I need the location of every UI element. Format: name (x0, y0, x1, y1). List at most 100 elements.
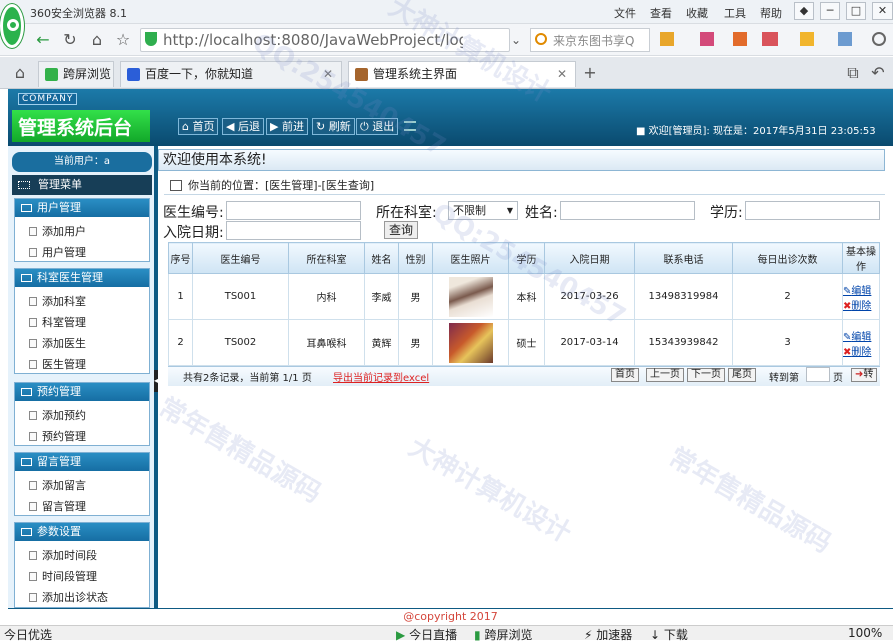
page-icon (29, 360, 37, 369)
doctor-table: 序号 医生编号 所在科室 姓名 性别 医生照片 学历 入院日期 联系电话 每日出… (168, 242, 880, 366)
admission-date-input[interactable] (226, 221, 361, 240)
home-icon[interactable]: ⌂ (87, 30, 107, 50)
menu-toggle-icon[interactable] (404, 121, 416, 131)
nav-back-button[interactable]: ◀ 后退 (222, 118, 264, 135)
group-header[interactable]: 用户管理 (15, 199, 149, 217)
chevron-down-icon: ▼ (506, 206, 513, 215)
sidebar-item-timeslot-manage[interactable]: 时间段管理 (29, 568, 97, 584)
group-title: 留言管理 (37, 455, 81, 468)
menu-help[interactable]: 帮助 (760, 5, 782, 21)
tab-baidu[interactable]: 百度一下，你就知道 ✕ (120, 61, 342, 87)
restore-tabs-icon[interactable]: ⧉ (843, 63, 863, 83)
name-input[interactable] (560, 201, 695, 220)
close-tab-icon[interactable]: ✕ (323, 62, 333, 86)
export-excel-link[interactable]: 导出当前记录到excel (333, 369, 429, 384)
cell-actions: ✎编辑 ✖删除 (842, 319, 880, 366)
maximize-icon[interactable]: □ (846, 2, 866, 20)
delete-link[interactable]: ✖删除 (843, 297, 879, 312)
tab-home-icon[interactable]: ⌂ (10, 63, 30, 83)
sidebar-item-doctor-manage[interactable]: 医生管理 (29, 356, 86, 372)
prev-page-button[interactable]: 上一页 (646, 368, 684, 382)
doctor-photo (448, 322, 493, 363)
nav-logout-button[interactable]: ⏻ 退出 (356, 118, 399, 135)
star-icon[interactable]: ☆ (113, 30, 133, 50)
minimize-icon[interactable]: ─ (820, 2, 840, 20)
sidebar-item-user-manage[interactable]: 用户管理 (29, 244, 86, 260)
goto-button-label: 转 (863, 369, 874, 380)
screenshot-icon[interactable] (838, 32, 852, 46)
goto-label: 转到第 (769, 373, 799, 384)
group-title: 用户管理 (37, 201, 81, 214)
sidebar-item-add-dept[interactable]: 添加科室 (29, 293, 86, 309)
skin-icon[interactable]: ◆ (794, 2, 814, 20)
group-header[interactable]: 科室医生管理 (15, 269, 149, 287)
delete-link[interactable]: ✖删除 (843, 343, 879, 358)
back-icon[interactable]: ← (33, 30, 53, 50)
status-download[interactable]: ↓ 下载 (650, 626, 688, 643)
group-header[interactable]: 留言管理 (15, 453, 149, 471)
sidebar-item-add-user[interactable]: 添加用户 (29, 223, 86, 239)
cell-education: 本科 (508, 273, 545, 320)
mail-icon[interactable] (733, 32, 747, 46)
close-window-icon[interactable]: ✕ (872, 2, 893, 20)
status-cross-screen[interactable]: ▮ 跨屏浏览 (474, 626, 532, 643)
education-input[interactable] (745, 201, 880, 220)
tab-admin-main[interactable]: 管理系统主界面 ✕ (348, 61, 576, 87)
breadcrumb-text: 你当前的位置：[医生管理]-[医生查询] (188, 179, 375, 192)
nav-home-button[interactable]: ⌂ 首页 (178, 118, 219, 135)
name-label: 姓名: (525, 205, 558, 221)
item-label: 科室管理 (42, 316, 86, 329)
group-header[interactable]: 预约管理 (15, 383, 149, 401)
group-icon (21, 204, 32, 212)
nav-forward-button[interactable]: ▶ 前进 (266, 118, 308, 135)
dropdown-icon[interactable]: ⌄ (506, 30, 526, 50)
first-page-button[interactable]: 首页 (611, 368, 639, 382)
menu-favorites[interactable]: 收藏 (686, 5, 708, 21)
reload-icon[interactable]: ↻ (60, 30, 80, 50)
new-tab-icon[interactable]: + (580, 63, 600, 83)
tab-cross-screen[interactable]: 跨屏浏览 (38, 61, 114, 87)
page-icon (29, 227, 37, 236)
page-icon (29, 432, 37, 441)
edit-link[interactable]: ✎编辑 (843, 328, 879, 343)
sidebar-item-add-timeslot[interactable]: 添加时间段 (29, 547, 97, 563)
apps-icon[interactable] (660, 32, 674, 46)
zoom-icon[interactable] (872, 32, 886, 46)
extension-icon[interactable] (700, 32, 714, 46)
col-dept: 所在科室 (288, 242, 365, 274)
sidebar-item-add-doctor[interactable]: 添加医生 (29, 335, 86, 351)
goto-page-input[interactable] (806, 367, 830, 382)
menu-view[interactable]: 查看 (650, 5, 672, 21)
edit-link[interactable]: ✎编辑 (843, 282, 879, 297)
col-doctor-no: 医生编号 (192, 242, 289, 274)
close-tab-icon[interactable]: ✕ (557, 62, 567, 86)
status-accelerator[interactable]: ⚡ 加速器 (584, 626, 632, 643)
query-button[interactable]: 查询 (384, 221, 418, 239)
sidebar-item-add-message[interactable]: 添加留言 (29, 477, 86, 493)
next-page-button[interactable]: 下一页 (687, 368, 725, 382)
doctor-no-input[interactable] (226, 201, 361, 220)
item-label: 添加预约 (42, 409, 86, 422)
item-label: 留言管理 (42, 500, 86, 513)
dept-select[interactable]: 不限制 ▼ (448, 201, 518, 220)
status-live[interactable]: ▶ 今日直播 (396, 626, 457, 643)
edit-label: 编辑 (851, 331, 872, 343)
sidebar-item-add-visit-status[interactable]: 添加出诊状态 (29, 589, 108, 605)
goto-button[interactable]: ➜转 (851, 368, 878, 382)
undo-close-icon[interactable]: ↶ (868, 63, 888, 83)
cell-daily-visits: 2 (732, 273, 843, 320)
tools-icon[interactable] (800, 32, 814, 46)
menu-file[interactable]: 文件 (614, 5, 636, 21)
group-header[interactable]: 参数设置 (15, 523, 149, 541)
sidebar-item-add-appointment[interactable]: 添加预约 (29, 407, 86, 423)
sidebar-item-message-manage[interactable]: 留言管理 (29, 498, 86, 514)
status-zoom[interactable]: 100% (848, 626, 882, 640)
sidebar-item-appointment-manage[interactable]: 预约管理 (29, 428, 86, 444)
nav-refresh-button[interactable]: ↻ 刷新 (312, 118, 355, 135)
url-text[interactable]: http://localhost:8080/JavaWebProject/log… (163, 31, 463, 49)
sidebar-item-dept-manage[interactable]: 科室管理 (29, 314, 86, 330)
menu-tools[interactable]: 工具 (724, 5, 746, 21)
search-input[interactable]: 来京东图书享Q (553, 32, 648, 49)
last-page-button[interactable]: 尾页 (728, 368, 756, 382)
translate-icon[interactable] (762, 32, 778, 46)
